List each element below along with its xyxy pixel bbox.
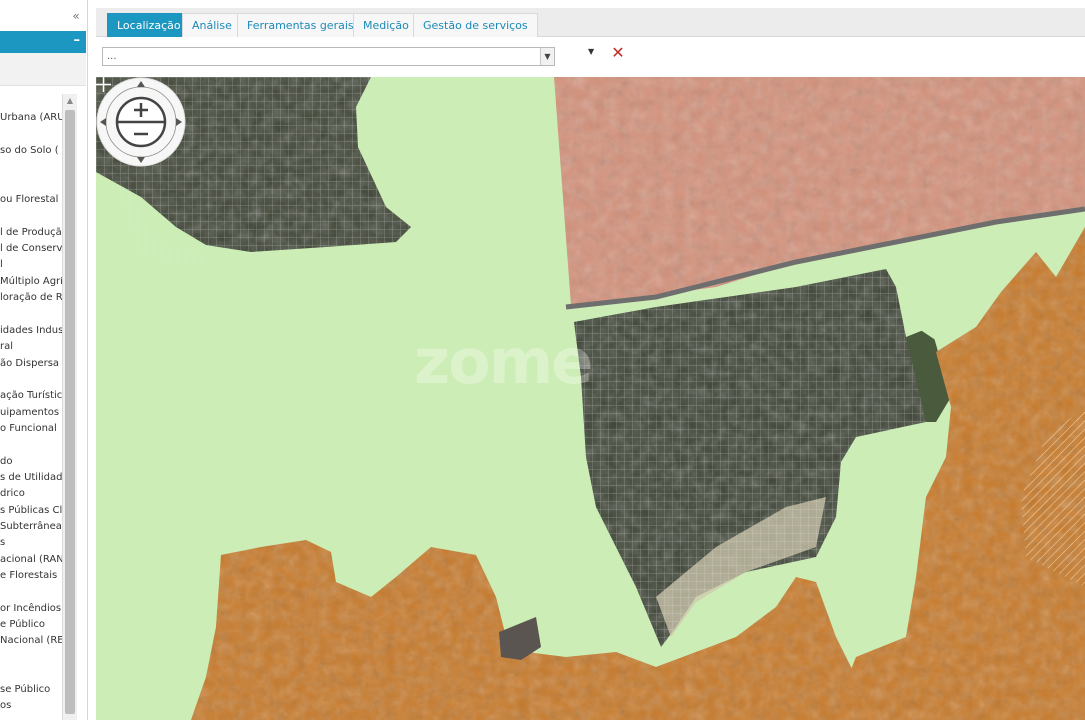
layer-item-label: Urbana (ARU: [0, 112, 64, 123]
select-dropdown-icon[interactable]: ▼: [540, 48, 554, 65]
collapse-panel-icon[interactable]: –: [74, 33, 81, 48]
layer-item[interactable]: ou Florestal: [0, 193, 64, 206]
layer-item[interactable]: do: [0, 455, 64, 468]
layer-item[interactable]: or Incêndios: [0, 602, 64, 615]
layer-item-label: acional (RAN: [0, 554, 64, 565]
layers-sidebar: « – Urbana (ARU so do Solo ( ou Florestal l…: [0, 0, 88, 720]
map-canvas[interactable]: zome: [96, 77, 1085, 720]
layer-item-label: drico: [0, 488, 25, 499]
layer-list: Urbana (ARU so do Solo ( ou Florestal l de …: [0, 94, 64, 720]
layer-item[interactable]: l de Conserv: [0, 242, 64, 255]
location-select[interactable]: ... ▼: [102, 47, 555, 66]
layers-toolbar-band: [0, 53, 86, 86]
layer-item-label: Subterrânea: [0, 521, 62, 532]
scroll-up-icon[interactable]: ▲: [63, 94, 77, 108]
tab-ferramentas-gerais[interactable]: Ferramentas gerais: [237, 13, 364, 37]
layer-item-label: uipamentos e: [0, 407, 64, 418]
layer-item-label: s de Utilidade: [0, 472, 64, 483]
layer-item[interactable]: Urbana (ARU: [0, 111, 64, 124]
layer-item[interactable]: s: [0, 536, 64, 549]
layer-item[interactable]: e Florestais: [0, 569, 64, 582]
crosshair-cursor-icon: [96, 77, 111, 92]
layer-item[interactable]: so do Solo (: [0, 144, 64, 157]
layer-item[interactable]: Nacional (REN: [0, 634, 64, 647]
layer-item[interactable]: se Público: [0, 683, 64, 696]
layer-item-label: ral: [0, 341, 14, 352]
layer-item-label: o Funcional: [0, 423, 57, 434]
layer-item-label: or Incêndios: [0, 603, 62, 614]
scrollbar-thumb[interactable]: [65, 110, 75, 714]
layer-item[interactable]: idades Indus: [0, 324, 64, 337]
location-select-value: ...: [107, 51, 117, 62]
layer-item-label: so do Solo (: [0, 145, 59, 156]
layer-item[interactable]: Múltiplo Agríc: [0, 275, 64, 288]
layer-item-label: loração de R: [0, 292, 63, 303]
layer-item[interactable]: uipamentos e: [0, 406, 64, 419]
clear-icon[interactable]: ✕: [610, 44, 626, 62]
layer-item[interactable]: l de Produçã: [0, 226, 64, 239]
tab-localizacao[interactable]: Localização: [107, 13, 191, 37]
layer-item[interactable]: ral: [0, 340, 64, 353]
collapse-sidebar-icon[interactable]: «: [68, 8, 84, 24]
layer-item-label: Múltiplo Agríc: [0, 276, 64, 287]
layer-item-label: l de Conserv: [0, 243, 63, 254]
layer-item-label: ão Dispersa: [0, 358, 60, 369]
layer-item[interactable]: s de Utilidade: [0, 471, 64, 484]
options-caret-icon[interactable]: ▼: [588, 47, 594, 56]
layer-item[interactable]: loração de R: [0, 291, 64, 304]
layer-item-label: os: [0, 700, 12, 711]
layer-item-label: l: [0, 259, 3, 270]
layer-list-scrollbar[interactable]: ▲: [62, 94, 77, 720]
layer-item-label: e Florestais: [0, 570, 58, 581]
map-layers: [96, 77, 1085, 720]
layer-item-label: l de Produçã: [0, 227, 62, 238]
layer-item[interactable]: ão Dispersa: [0, 357, 64, 370]
layer-item-label: idades Indus: [0, 325, 64, 336]
tab-gestao-de-servicos[interactable]: Gestão de serviços: [413, 13, 538, 37]
layer-item[interactable]: e Público: [0, 618, 64, 631]
tab-analise[interactable]: Análise: [182, 13, 242, 37]
layer-item[interactable]: l: [0, 258, 64, 271]
layer-item-label: Nacional (REN: [0, 635, 64, 646]
layer-item[interactable]: ação Turístic: [0, 389, 64, 402]
tab-bar: Localização Análise Ferramentas gerais M…: [96, 8, 1085, 37]
layer-item[interactable]: drico: [0, 487, 64, 500]
tab-medicao[interactable]: Medição: [353, 13, 419, 37]
layer-item[interactable]: os: [0, 699, 64, 712]
layer-item-label: s Públicas Cla: [0, 505, 64, 516]
layer-item[interactable]: s Públicas Cla: [0, 504, 64, 517]
location-toolbar: ... ▼ ▼ ✕: [96, 38, 1085, 76]
layer-item-label: do: [0, 456, 13, 467]
layer-item[interactable]: acional (RAN: [0, 553, 64, 566]
layer-item-label: s: [0, 537, 6, 548]
layer-item-label: se Público: [0, 684, 51, 695]
layers-panel-header[interactable]: –: [0, 31, 86, 53]
main-panel: Localização Análise Ferramentas gerais M…: [96, 0, 1085, 720]
layer-item[interactable]: Subterrânea: [0, 520, 64, 533]
layer-item-label: ou Florestal: [0, 194, 59, 205]
layer-item-label: ação Turístic: [0, 390, 63, 401]
layer-item[interactable]: o Funcional: [0, 422, 64, 435]
layer-item-label: e Público: [0, 619, 46, 630]
